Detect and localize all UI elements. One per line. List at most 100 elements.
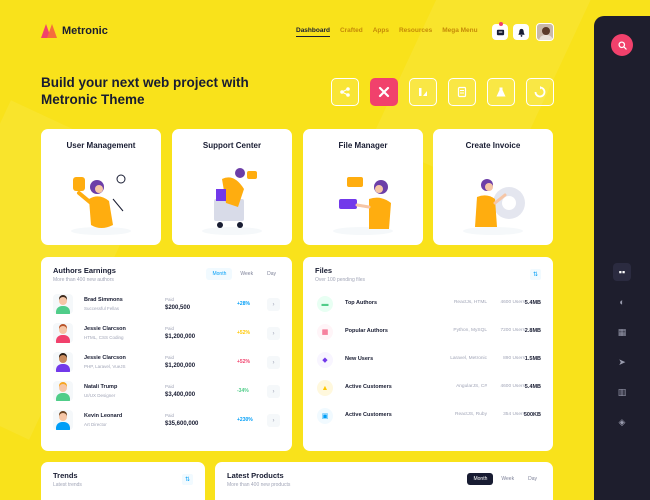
author-avatar: [53, 410, 73, 430]
file-type-icon: ▣: [317, 408, 333, 424]
grid-icon: ▪▪: [618, 267, 626, 277]
files-title: Files: [315, 266, 333, 275]
file-name[interactable]: Active Customers: [345, 384, 392, 390]
view-author-button[interactable]: ›: [267, 327, 280, 340]
sync-icon: ◐: [619, 297, 625, 307]
quick-action-document[interactable]: [448, 78, 476, 106]
quick-action-share[interactable]: [331, 78, 359, 106]
user-avatar[interactable]: [536, 23, 554, 41]
author-avatar: [53, 323, 73, 343]
notification-dot: [499, 22, 503, 26]
nav-item-crafted[interactable]: Crafted: [340, 27, 363, 37]
author-row: Kevin Leonard Art Director Paid $35,600,…: [53, 410, 280, 432]
sidebar-item-layers[interactable]: ◈: [613, 413, 631, 431]
tab-month[interactable]: Month: [467, 473, 494, 485]
nav-item-mega-menu[interactable]: Mega Menu: [442, 27, 477, 37]
author-role: Art Director: [84, 422, 107, 427]
nav-item-apps[interactable]: Apps: [373, 27, 389, 37]
top-navigation: Dashboard Crafted Apps Resources Mega Me…: [296, 27, 478, 37]
sidebar-item-calendar[interactable]: ▦: [613, 323, 631, 341]
trends-menu-button[interactable]: ⇅: [182, 474, 193, 485]
quick-action-close[interactable]: [370, 78, 398, 106]
brand-logo[interactable]: Metronic: [41, 24, 108, 38]
author-amount: $200,500: [165, 305, 191, 311]
authors-period-tabs: Month Week Day: [206, 268, 282, 280]
feature-title: User Management: [66, 141, 136, 150]
send-icon: ➤: [618, 356, 626, 367]
file-type-icon: ▦: [317, 324, 333, 340]
tab-week[interactable]: Week: [495, 473, 520, 485]
author-change: -34%: [237, 388, 249, 394]
authors-earnings-card: Authors Earnings More than 400 new autho…: [41, 257, 292, 451]
author-amount: $1,200,000: [165, 363, 196, 369]
file-row: ▦ Popular Authors Python, MySQL 7200 Use…: [317, 323, 543, 341]
author-row: Jessie Clarcson PHP, Laravel, VueJS Paid…: [53, 352, 280, 374]
file-row: ▬ Top Authors ReactJs, HTML 4600 Users 5…: [317, 295, 543, 313]
paid-label: Paid: [165, 413, 175, 418]
view-author-button[interactable]: ›: [267, 298, 280, 311]
author-amount: $1,200,000: [165, 334, 196, 340]
view-author-button[interactable]: ›: [267, 414, 280, 427]
paid-label: Paid: [165, 326, 175, 331]
feature-card-support-center[interactable]: Support Center: [172, 129, 292, 245]
sidebar-search-button[interactable]: [611, 34, 633, 56]
latest-products-title: Latest Products: [227, 471, 284, 480]
notifications-button[interactable]: [513, 24, 529, 40]
nav-item-resources[interactable]: Resources: [399, 27, 432, 37]
file-size: 500KB: [523, 412, 541, 418]
tab-month[interactable]: Month: [206, 268, 233, 280]
file-name[interactable]: New Users: [345, 356, 373, 362]
trends-card: Trends Latest trends ⇅: [41, 462, 205, 500]
view-author-button[interactable]: ›: [267, 385, 280, 398]
author-avatar: [53, 381, 73, 401]
author-change: +28%: [237, 301, 250, 307]
quick-action-refresh[interactable]: [526, 78, 554, 106]
files-card: Files Over 100 pending files ⇅ ▬ Top Aut…: [303, 257, 553, 451]
chat-icon: [496, 29, 504, 35]
file-type-icon: ◆: [317, 352, 333, 368]
author-amount: $35,600,000: [165, 421, 199, 427]
sidebar-item-map[interactable]: ▥: [613, 383, 631, 401]
file-tech: ReactJS, Ruby: [455, 412, 487, 417]
file-tech: Laravel, Metronic: [450, 356, 487, 361]
feature-card-user-management[interactable]: User Management: [41, 129, 161, 245]
files-menu-button[interactable]: ⇅: [530, 269, 541, 280]
sidebar-item-sync[interactable]: ◐: [613, 293, 631, 311]
tab-day[interactable]: Day: [522, 473, 543, 485]
view-author-button[interactable]: ›: [267, 356, 280, 369]
authors-earnings-title: Authors Earnings: [53, 266, 116, 275]
file-manager-illustration: [333, 177, 393, 235]
sidebar-item-dashboard[interactable]: ▪▪: [613, 263, 631, 281]
paid-label: Paid: [165, 384, 175, 389]
quick-action-chart[interactable]: [409, 78, 437, 106]
trends-title: Trends: [53, 471, 78, 480]
tab-day[interactable]: Day: [261, 268, 282, 280]
arrow-right-icon: ›: [272, 388, 275, 395]
feature-card-create-invoice[interactable]: Create Invoice: [433, 129, 553, 245]
arrow-right-icon: ›: [272, 417, 275, 424]
file-users: 354 Users: [503, 412, 525, 417]
file-type-icon: ▬: [317, 296, 333, 312]
nav-item-dashboard[interactable]: Dashboard: [296, 27, 330, 37]
file-name[interactable]: Active Customers: [345, 412, 392, 418]
author-role: PHP, Laravel, VueJS: [84, 364, 126, 369]
file-name[interactable]: Top Authors: [345, 300, 377, 306]
quick-action-flask[interactable]: [487, 78, 515, 106]
tab-week[interactable]: Week: [234, 268, 259, 280]
paid-label: Paid: [165, 297, 175, 302]
author-avatar: [53, 294, 73, 314]
arrow-right-icon: ›: [272, 359, 275, 366]
messages-button[interactable]: [492, 22, 508, 40]
file-name[interactable]: Popular Authors: [345, 328, 388, 334]
close-icon: [378, 86, 390, 98]
paid-label: Paid: [165, 355, 175, 360]
author-change: +52%: [237, 330, 250, 336]
file-users: 4600 Users: [500, 300, 525, 305]
arrow-right-icon: ›: [272, 330, 275, 337]
author-row: Brad Simmons Successful Fellas Paid $200…: [53, 294, 280, 316]
feature-card-file-manager[interactable]: File Manager: [303, 129, 423, 245]
author-name: Brad Simmons: [84, 297, 123, 303]
author-row: Jessie Clarcson HTML, CSS Coding Paid $1…: [53, 323, 280, 345]
author-change: +52%: [237, 359, 250, 365]
sidebar-item-send[interactable]: ➤: [613, 353, 631, 371]
